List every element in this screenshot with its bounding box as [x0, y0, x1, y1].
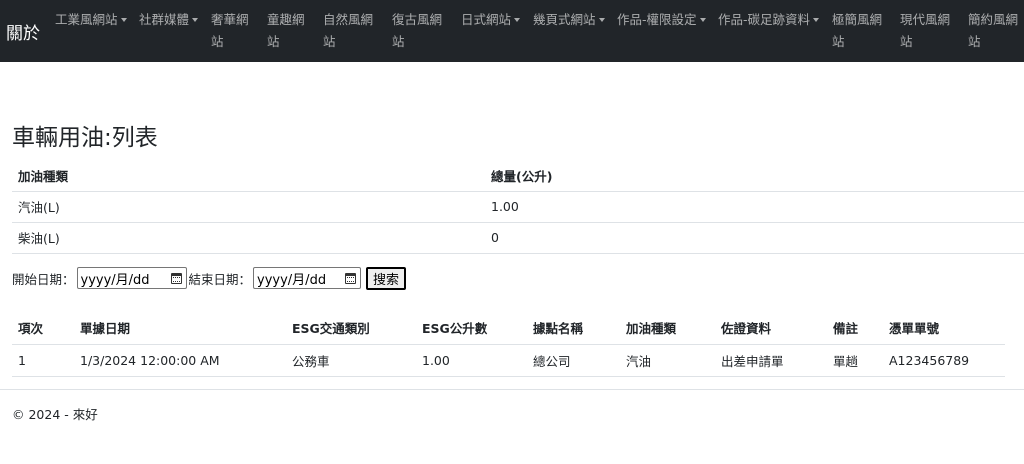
nav-item-japanese[interactable]: 日式網站 — [461, 9, 521, 31]
table-cell: 單趟 — [827, 344, 883, 377]
caret-down-icon — [120, 17, 127, 22]
nav-item-industrial[interactable]: 工業風網站 — [55, 9, 127, 31]
caret-down-icon — [514, 17, 521, 22]
table-row: 1 1/3/2024 12:00:00 AM 公務車 1.00 總公司 汽油 出… — [12, 344, 1005, 377]
top-navbar: 關於 工業風網站 社群媒體 奢華網站 童趣網站 自然風網站 復古風網站 日式網站… — [0, 0, 1024, 62]
table-header-row: 加油種類 總量(公升) — [12, 160, 1024, 192]
nav-item-multipage[interactable]: 幾頁式網站 — [533, 9, 605, 31]
table-row: 汽油(L) 1.00 — [12, 191, 1024, 223]
caret-down-icon — [699, 17, 706, 22]
nav-item-modern[interactable]: 現代風網站 — [900, 9, 954, 53]
nav-item-nature[interactable]: 自然風網站 — [323, 9, 377, 53]
date-placeholder: yyyy/月/dd — [257, 272, 327, 288]
column-header: ESG交通類別 — [286, 312, 416, 345]
nav-item-label: 工業風網站 — [55, 12, 118, 27]
column-header: 總量(公升) — [485, 160, 1024, 192]
table-header-row: 項次 單據日期 ESG交通類別 ESG公升數 據點名稱 加油種類 佐證資料 備註… — [12, 312, 1005, 345]
page-title: 車輛用油:列表 — [12, 125, 158, 151]
caret-down-icon — [192, 17, 199, 22]
records-table: 項次 單據日期 ESG交通類別 ESG公升數 據點名稱 加油種類 佐證資料 備註… — [12, 312, 1005, 377]
nav-item-simple[interactable]: 簡約風網站 — [968, 9, 1022, 53]
table-cell: 汽油(L) — [12, 191, 485, 223]
fuel-summary-table: 加油種類 總量(公升) 汽油(L) 1.00 柴油(L) 0 — [12, 160, 1024, 254]
table-cell: 0 — [485, 222, 1024, 254]
column-header: 佐證資料 — [715, 312, 827, 345]
table-cell: 公務車 — [286, 344, 416, 377]
nav-item-luxury[interactable]: 奢華網站 — [211, 9, 251, 53]
nav-item-retro[interactable]: 復古風網站 — [392, 9, 446, 53]
table-cell: 1 — [12, 344, 74, 377]
column-header: 加油種類 — [620, 312, 715, 345]
table-cell: 1.00 — [416, 344, 527, 377]
nav-item-label: 日式網站 — [461, 12, 512, 27]
column-header: 項次 — [12, 312, 74, 345]
start-date-input[interactable]: yyyy/月/dd — [76, 267, 187, 289]
search-button[interactable]: 搜索 — [366, 266, 407, 290]
nav-item-label: 幾頁式網站 — [533, 12, 596, 27]
calendar-icon[interactable] — [345, 272, 357, 284]
end-date-label: 結束日期： — [188, 271, 252, 287]
column-header: 加油種類 — [12, 160, 485, 192]
nav-item-kids[interactable]: 童趣網站 — [267, 9, 307, 53]
caret-down-icon — [813, 17, 820, 22]
calendar-icon[interactable] — [170, 272, 182, 284]
start-date-label: 開始日期： — [12, 271, 75, 287]
caret-down-icon — [598, 17, 605, 22]
table-cell: 汽油 — [620, 344, 715, 377]
column-header: 備註 — [827, 312, 883, 345]
nav-item-social-media[interactable]: 社群媒體 — [139, 9, 199, 31]
column-header: ESG公升數 — [416, 312, 527, 345]
column-header: 單據日期 — [74, 312, 286, 345]
table-cell: 柴油(L) — [12, 222, 485, 254]
table-row: 柴油(L) 0 — [12, 222, 1024, 254]
table-cell: A123456789 — [883, 344, 1005, 377]
nav-item-minimal[interactable]: 極簡風網站 — [832, 9, 886, 53]
nav-item-label: 作品-碳足跡資料 — [718, 12, 811, 27]
date-filter: 開始日期： yyyy/月/dd 結束日期： yyyy/月/dd 搜索 — [12, 266, 407, 290]
nav-item-permissions[interactable]: 作品-權限設定 — [617, 9, 706, 31]
table-cell: 出差申請單 — [715, 344, 827, 377]
end-date-input[interactable]: yyyy/月/dd — [253, 267, 362, 289]
date-placeholder: yyyy/月/dd — [80, 272, 150, 288]
navbar-brand[interactable]: 關於 — [6, 19, 40, 44]
table-cell: 1/3/2024 12:00:00 AM — [74, 344, 286, 377]
column-header: 憑單單號 — [883, 312, 1005, 345]
footer-divider — [0, 389, 1024, 390]
column-header: 據點名稱 — [527, 312, 620, 345]
table-cell: 總公司 — [527, 344, 620, 377]
footer-copyright: © 2024 - 來好 — [12, 407, 98, 422]
nav-item-label: 作品-權限設定 — [617, 12, 697, 27]
nav-item-carbon-footprint[interactable]: 作品-碳足跡資料 — [718, 9, 820, 31]
nav-item-label: 社群媒體 — [139, 12, 190, 27]
table-cell: 1.00 — [485, 191, 1024, 223]
